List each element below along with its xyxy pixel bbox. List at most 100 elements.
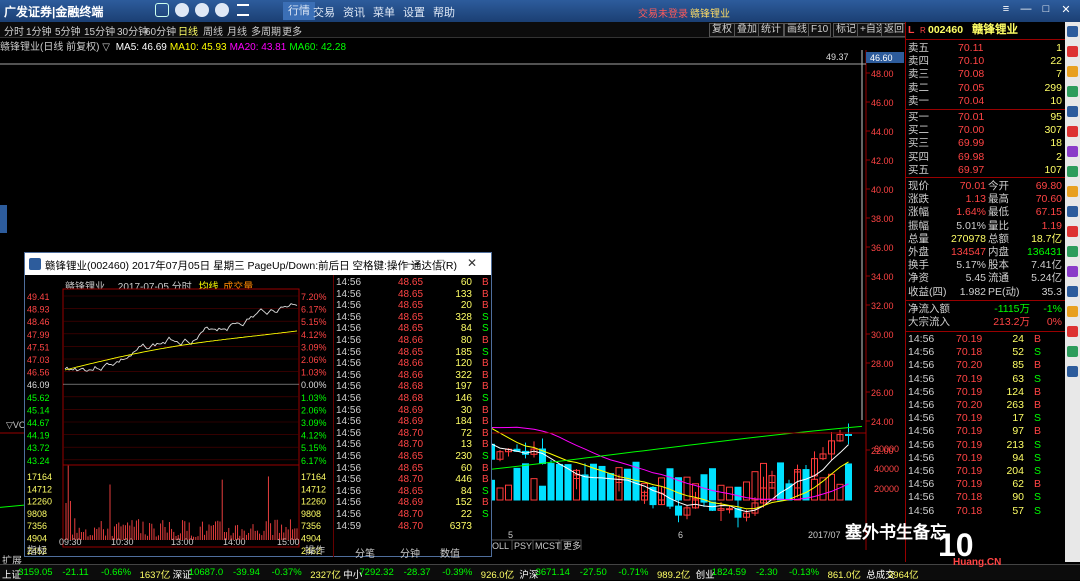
tick-side: B — [1034, 385, 1042, 398]
period-tab-8[interactable]: 月线 — [227, 23, 247, 38]
status-item[interactable]: -0.71% — [618, 567, 648, 578]
tool-icon[interactable] — [1067, 86, 1078, 97]
tool-icon[interactable] — [1067, 146, 1078, 157]
tool-icon[interactable] — [1067, 166, 1078, 177]
period-tab-9[interactable]: 多周期 — [251, 23, 281, 38]
tool-icon[interactable] — [1067, 366, 1078, 377]
intraday-price-label: 49.41 — [27, 292, 50, 302]
status-item[interactable]: -0.66% — [101, 567, 131, 578]
status-item[interactable]: 10687.0 — [189, 567, 223, 578]
status-item[interactable]: 861.0亿 — [828, 567, 861, 581]
status-item[interactable]: 3159.05 — [18, 567, 52, 578]
status-item[interactable]: -0.37% — [272, 567, 302, 578]
tool-icon[interactable] — [1067, 126, 1078, 137]
status-item[interactable]: -27.50 — [580, 567, 607, 578]
status-item[interactable]: -21.11 — [62, 567, 88, 578]
popup-footer-label-2[interactable]: 分笔 — [355, 545, 375, 560]
status-item[interactable]: 926.0亿 — [481, 567, 514, 581]
nav-0[interactable]: 行情 — [283, 2, 315, 20]
toolbar-button-3[interactable]: 画线 — [784, 23, 810, 37]
toolbar-button-0[interactable]: 复权 — [709, 23, 735, 37]
toolbar-button-5[interactable]: 标记 — [833, 23, 859, 37]
tool-icon[interactable] — [1067, 226, 1078, 237]
volume-bar — [666, 468, 674, 501]
minimize-icon[interactable]: — — [1018, 3, 1034, 18]
tool-icon[interactable] — [1067, 306, 1078, 317]
status-item[interactable]: 7292.32 — [359, 567, 393, 578]
popup-footer-label-3[interactable]: 分钟 — [400, 545, 420, 560]
left-expand-handle[interactable] — [0, 205, 7, 233]
status-item[interactable]: -0.13% — [789, 567, 819, 578]
status-item[interactable]: 2327亿 — [310, 567, 341, 581]
ask-label: 卖三 — [908, 68, 929, 81]
period-tab-10[interactable]: 更多 — [282, 23, 302, 38]
tool-icon[interactable] — [1067, 46, 1078, 57]
tool-icon[interactable] — [1067, 106, 1078, 117]
forward-icon[interactable] — [195, 3, 209, 17]
status-item[interactable]: 1637亿 — [140, 567, 171, 581]
popup-footer-label-4[interactable]: 数值 — [440, 545, 460, 560]
toolbar-button-2[interactable]: 统计 — [758, 23, 784, 37]
tool-icon[interactable] — [1067, 326, 1078, 337]
minimize-icon[interactable]: — — [407, 256, 419, 270]
tool-icon[interactable] — [1067, 286, 1078, 297]
bid-price: 69.98 — [958, 150, 985, 163]
tool-icon[interactable] — [1067, 346, 1078, 357]
tick-price: 70.19 — [956, 372, 983, 385]
stat-label: 总量 — [908, 232, 929, 245]
status-item[interactable]: 3671.14 — [536, 567, 570, 578]
home-icon[interactable] — [155, 3, 169, 17]
tick-volume: 97 — [1012, 425, 1024, 438]
status-item[interactable]: -39.94 — [233, 567, 260, 578]
nav-4[interactable]: 设置 — [403, 4, 425, 20]
tick-time: 14:56 — [908, 465, 935, 477]
period-tab-6[interactable]: 日线 — [178, 23, 198, 38]
toolbar-button-4[interactable]: F10 — [808, 23, 832, 37]
intraday-price-label: 43.24 — [27, 456, 50, 466]
settings-icon[interactable]: ≡ — [998, 3, 1014, 18]
nav-1[interactable]: 交易 — [313, 4, 335, 20]
refresh-icon[interactable] — [215, 3, 229, 17]
close-icon[interactable]: ✕ — [467, 256, 477, 270]
stat-label: 流通 — [988, 272, 1009, 285]
tool-icon[interactable] — [1067, 246, 1078, 257]
period-tab-7[interactable]: 周线 — [203, 23, 223, 38]
popup-title-bar[interactable]: 赣锋锂业(002460) 2017年07月05日 星期三 PageUp/Down… — [25, 253, 491, 275]
status-item[interactable]: 3964亿 — [888, 567, 919, 581]
toolbar-button-1[interactable]: 叠加 — [734, 23, 760, 37]
nav-2[interactable]: 资讯 — [343, 4, 365, 20]
nav-5[interactable]: 帮助 — [433, 4, 455, 20]
tool-icon[interactable] — [1067, 206, 1078, 217]
maximize-icon[interactable]: □ — [1038, 3, 1054, 18]
status-item[interactable]: -2.30 — [756, 567, 778, 578]
intraday-chart[interactable]: 49.41 7.20% 48.93 6.17% 48.46 5.15% 47.99 4.12%… — [25, 275, 335, 557]
popup-footer-label-1[interactable]: 操作 — [305, 542, 325, 557]
maximize-icon[interactable]: □ — [437, 256, 444, 270]
menu-icon[interactable] — [237, 4, 249, 16]
period-tab-1[interactable]: 1分钟 — [26, 23, 52, 38]
tool-icon[interactable] — [1067, 266, 1078, 277]
period-tab-4[interactable]: 30分钟 — [117, 23, 148, 38]
nav-3[interactable]: 菜单 — [373, 4, 395, 20]
period-tab-0[interactable]: 分时 — [4, 23, 24, 38]
date-label: 2017/07 — [808, 530, 841, 540]
close-icon[interactable]: ✕ — [1058, 3, 1074, 18]
tool-icon[interactable] — [1067, 186, 1078, 197]
tool-icon[interactable] — [1067, 26, 1078, 37]
back-icon[interactable] — [175, 3, 189, 17]
tick-time: 14:56 — [908, 438, 935, 451]
period-tab-2[interactable]: 5分钟 — [55, 23, 81, 38]
toolbar-button-7[interactable]: 返回 — [881, 23, 907, 37]
tool-icon[interactable] — [1067, 66, 1078, 77]
period-tab-3[interactable]: 15分钟 — [84, 23, 115, 38]
status-item[interactable]: 1824.59 — [712, 567, 746, 578]
period-tab-5[interactable]: 60分钟 — [145, 23, 176, 38]
volume-tick-label: 40000 — [874, 464, 899, 474]
stat-row: 涨幅 1.64% 最低 67.15 — [906, 206, 1066, 219]
status-item[interactable]: -0.39% — [442, 567, 472, 578]
trade-status[interactable]: 交易未登录 — [638, 5, 688, 20]
status-item[interactable]: -28.37 — [404, 567, 431, 578]
popup-footer-label-0[interactable]: 指标 — [27, 542, 47, 557]
tick-volume: 124 — [1006, 385, 1024, 398]
status-item[interactable]: 989.2亿 — [657, 567, 690, 581]
